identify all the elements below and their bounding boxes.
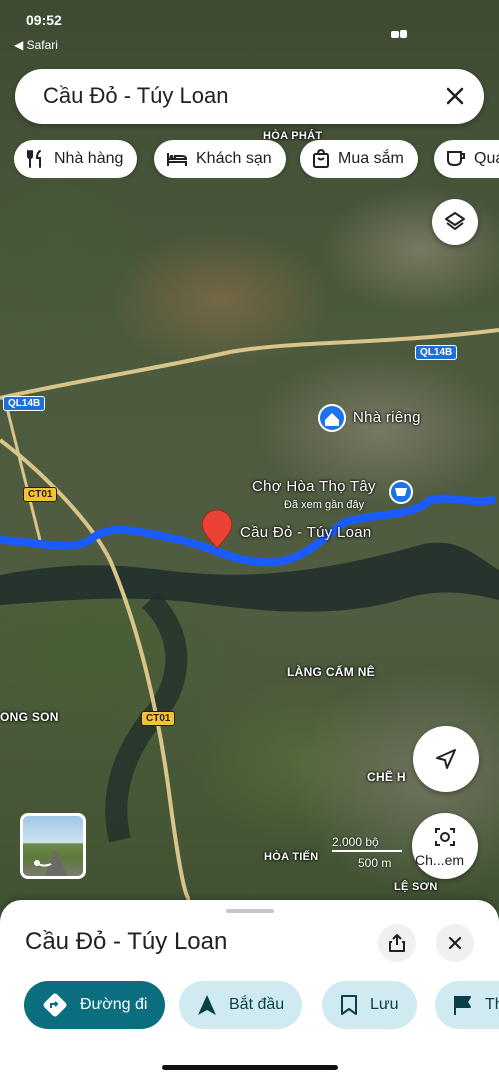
camera-icon bbox=[435, 828, 455, 846]
shield-ql14b-left: QL14B bbox=[3, 396, 46, 411]
chip-label: Mua sắm bbox=[338, 150, 404, 167]
shield-ct01-top: CT01 bbox=[23, 487, 58, 502]
save-button[interactable]: Lưu bbox=[322, 981, 417, 1029]
chip-coffee[interactable]: Quán cà phê bbox=[434, 140, 499, 178]
action-buttons: Đường đi Bắt đầu Lưu Thêm nhãn bbox=[24, 981, 499, 1029]
close-sheet-button[interactable] bbox=[436, 924, 474, 962]
bookmark-icon bbox=[341, 995, 357, 1015]
scale-feet: 2.000 bộ bbox=[332, 835, 379, 849]
chip-restaurants[interactable]: Nhà hàng bbox=[14, 140, 138, 178]
close-icon[interactable] bbox=[442, 83, 468, 109]
directions-button[interactable]: Đường đi bbox=[24, 981, 166, 1029]
label-hoa-tien: HÒA TIẾN bbox=[264, 851, 319, 863]
search-query[interactable]: Cầu Đỏ - Túy Loan bbox=[43, 83, 228, 109]
camera-search-button[interactable] bbox=[412, 813, 478, 879]
river bbox=[0, 542, 499, 612]
scale-meters: 500 m bbox=[358, 856, 392, 870]
street-view-icon bbox=[34, 851, 67, 876]
action-label: Bắt đầu bbox=[229, 996, 285, 1013]
place-sheet[interactable]: Cầu Đỏ - Túy Loan Đường đi Bắt đầu Lưu T bbox=[0, 900, 499, 1080]
chip-shopping[interactable]: Mua sắm bbox=[300, 140, 418, 178]
street-view-thumbnail[interactable] bbox=[20, 813, 86, 879]
label-recently-viewed: Đã xem gần đây bbox=[284, 499, 365, 511]
chip-label: Quán cà phê bbox=[474, 150, 499, 167]
navigation-arrow-icon bbox=[198, 995, 216, 1015]
sheet-handle[interactable] bbox=[226, 909, 274, 913]
share-button[interactable] bbox=[378, 924, 416, 962]
market-pin-icon[interactable] bbox=[389, 480, 413, 504]
map-scale: 2.000 bộ bbox=[332, 835, 379, 849]
home-pin-icon[interactable] bbox=[318, 404, 346, 432]
camera-label: Ch...em bbox=[415, 852, 465, 868]
label-lang-cam-ne: LÀNG CẨM NÊ bbox=[287, 665, 375, 679]
status-icons bbox=[391, 28, 407, 42]
navigation-arrow-icon bbox=[436, 749, 456, 769]
category-chips: Nhà hàng Khách sạn Mua sắm Quán cà phê bbox=[14, 140, 499, 178]
label-le-son: LỆ SƠN bbox=[394, 881, 438, 893]
bed-icon bbox=[167, 153, 188, 166]
action-label: Lưu bbox=[370, 996, 399, 1013]
label-che-h: CHẼ H bbox=[367, 770, 406, 784]
chip-hotels[interactable]: Khách sạn bbox=[154, 140, 286, 178]
action-label: Đường đi bbox=[80, 996, 148, 1013]
action-label: Thêm nhãn bbox=[485, 996, 499, 1013]
road-ql14b bbox=[0, 328, 499, 400]
search-bar[interactable]: Cầu Đỏ - Túy Loan bbox=[15, 69, 484, 124]
shield-ct01-bottom: CT01 bbox=[141, 711, 176, 726]
label-nha-rieng[interactable]: Nhà riêng bbox=[353, 409, 421, 426]
label-cau-do-tuy-loan[interactable]: Cầu Đỏ - Túy Loan bbox=[240, 524, 372, 541]
home-indicator bbox=[162, 1065, 338, 1070]
start-button[interactable]: Bắt đầu bbox=[179, 981, 303, 1029]
close-icon bbox=[448, 936, 462, 950]
chip-label: Nhà hàng bbox=[54, 150, 124, 167]
label-cho-hoa-tho-tay[interactable]: Chợ Hòa Thọ Tây bbox=[252, 478, 376, 495]
share-icon bbox=[389, 934, 405, 952]
layers-icon bbox=[445, 212, 465, 230]
recording-icon bbox=[391, 30, 407, 38]
scale-bar bbox=[332, 850, 402, 852]
flag-icon bbox=[454, 996, 471, 1015]
shopping-bag-icon bbox=[313, 149, 329, 168]
directions-icon bbox=[43, 993, 67, 1017]
fork-knife-icon bbox=[27, 150, 41, 168]
place-title: Cầu Đỏ - Túy Loan bbox=[25, 928, 228, 955]
layers-button[interactable] bbox=[432, 199, 478, 245]
destination-pin-icon[interactable] bbox=[201, 509, 233, 549]
label-button[interactable]: Thêm nhãn bbox=[435, 981, 499, 1029]
back-to-safari[interactable]: ◀ Safari bbox=[14, 38, 58, 52]
my-location-button[interactable] bbox=[413, 726, 479, 792]
shield-ql14b-right: QL14B bbox=[415, 345, 458, 360]
status-time: 09:52 bbox=[26, 12, 62, 28]
chip-label: Khách sạn bbox=[196, 150, 272, 167]
coffee-cup-icon bbox=[447, 151, 465, 166]
label-ong-son: ONG SON bbox=[0, 710, 59, 724]
